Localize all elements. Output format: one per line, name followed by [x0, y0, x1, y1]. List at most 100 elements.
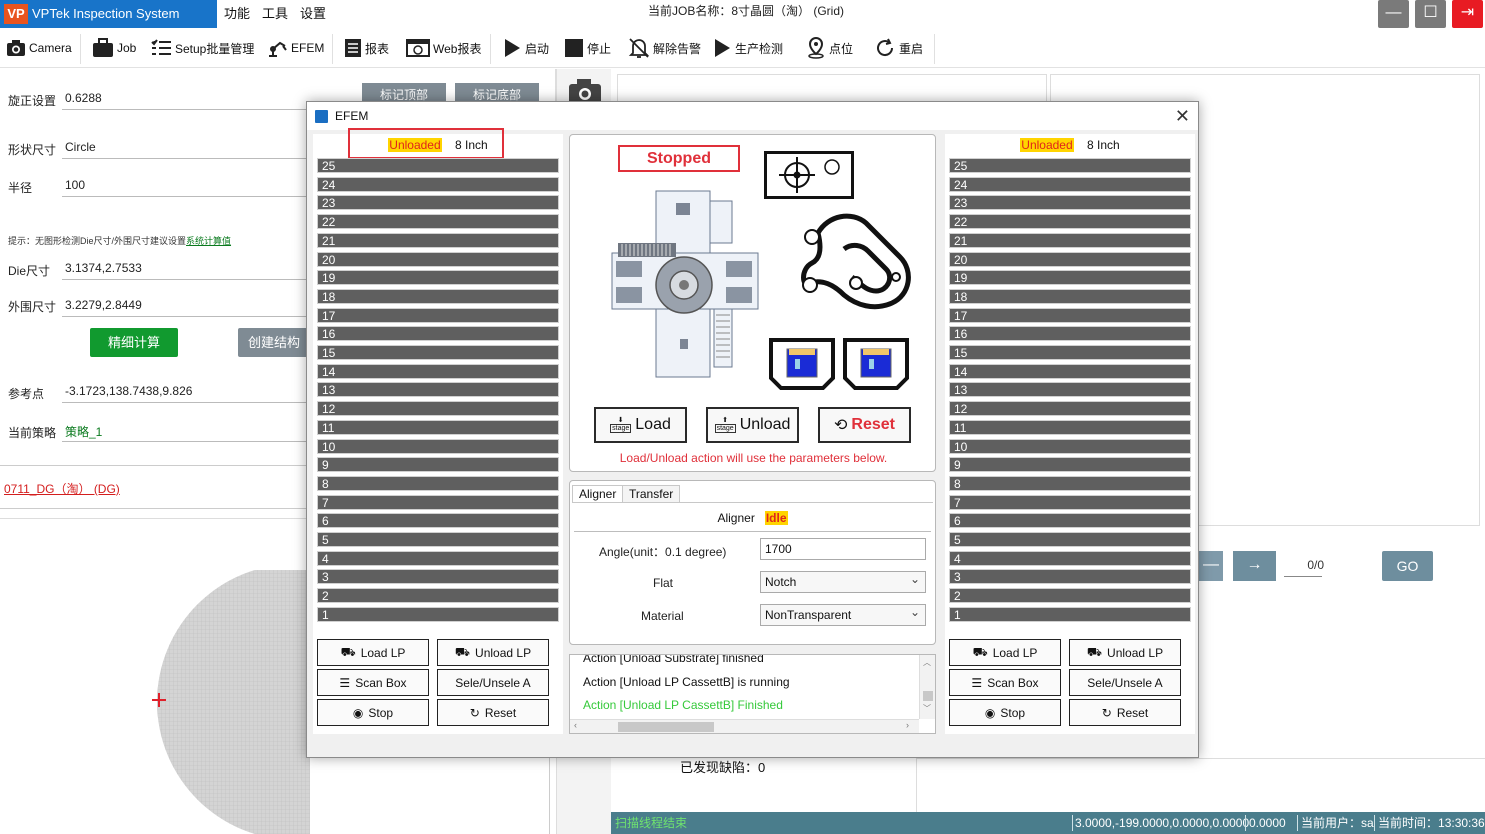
reference-value[interactable]: -3.1723,138.7438,9.826: [65, 384, 192, 398]
die-size-value[interactable]: 3.1374,2.7533: [65, 261, 142, 275]
slot-16[interactable]: 16: [949, 326, 1191, 342]
log-horizontal-scrollbar[interactable]: ‹ ›: [570, 719, 919, 733]
slot-17[interactable]: 17: [949, 307, 1191, 323]
toolbar-report-button[interactable]: 报表: [344, 36, 389, 60]
slot-25[interactable]: 25: [317, 158, 559, 173]
left-scan-box-button[interactable]: ☰ Scan Box: [317, 669, 429, 696]
slot-12[interactable]: 12: [317, 401, 559, 417]
slot-7[interactable]: 7: [949, 494, 1191, 510]
go-button[interactable]: GO: [1382, 551, 1433, 581]
slot-3[interactable]: 3: [317, 569, 559, 585]
slot-15[interactable]: 15: [317, 345, 559, 360]
right-unload-lp-button[interactable]: ⛟ Unload LP: [1069, 639, 1181, 666]
toolbar-production-button[interactable]: 生产检测: [712, 36, 783, 60]
slot-19[interactable]: 19: [949, 270, 1191, 286]
right-scan-box-button[interactable]: ☰ Scan Box: [949, 669, 1061, 696]
menu-function[interactable]: 功能: [224, 0, 250, 28]
slot-4[interactable]: 4: [317, 550, 559, 566]
left-unload-lp-button[interactable]: ⛟ Unload LP: [437, 639, 549, 666]
close-icon[interactable]: ✕: [1175, 106, 1190, 126]
slot-5[interactable]: 5: [949, 532, 1191, 547]
shape-value[interactable]: Circle: [65, 140, 96, 154]
slot-19[interactable]: 19: [317, 270, 559, 286]
slot-12[interactable]: 12: [949, 401, 1191, 417]
rotation-value[interactable]: 0.6288: [65, 91, 102, 105]
slot-22[interactable]: 22: [317, 214, 559, 230]
slot-11[interactable]: 11: [317, 419, 559, 435]
tab-transfer[interactable]: Transfer: [622, 485, 681, 503]
slot-6[interactable]: 6: [949, 513, 1191, 529]
action-log[interactable]: Action [Unload Substrate] finished Actio…: [569, 654, 936, 734]
toolbar-restart-button[interactable]: 重启: [874, 36, 923, 60]
fine-calc-button[interactable]: 精细计算: [90, 328, 178, 357]
next-page-button[interactable]: →: [1233, 551, 1276, 581]
slot-24[interactable]: 24: [317, 176, 559, 192]
angle-input[interactable]: 1700: [760, 538, 926, 560]
maximize-button[interactable]: ☐: [1415, 0, 1446, 28]
create-structure-button[interactable]: 创建结构: [238, 328, 310, 357]
slot-2[interactable]: 2: [949, 588, 1191, 604]
toolbar-efem-button[interactable]: EFEM: [266, 36, 324, 60]
right-select-button[interactable]: Sele/Unsele A: [1069, 669, 1181, 696]
toolbar-stop-button[interactable]: 停止: [564, 36, 611, 60]
slot-1[interactable]: 1: [949, 606, 1191, 622]
right-reset-button[interactable]: ↻ Reset: [1069, 699, 1181, 726]
slot-13[interactable]: 13: [317, 382, 559, 398]
slot-13[interactable]: 13: [949, 382, 1191, 398]
slot-10[interactable]: 10: [317, 438, 559, 454]
slot-8[interactable]: 8: [317, 475, 559, 491]
slot-10[interactable]: 10: [949, 438, 1191, 454]
slot-15[interactable]: 15: [949, 345, 1191, 360]
right-stop-button[interactable]: ◉ Stop: [949, 699, 1061, 726]
slot-9[interactable]: 9: [317, 457, 559, 473]
slot-20[interactable]: 20: [317, 251, 559, 267]
mark-top-button[interactable]: 标记顶部: [362, 83, 446, 101]
slot-24[interactable]: 24: [949, 176, 1191, 192]
exit-button[interactable]: ⇥: [1452, 0, 1483, 28]
toolbar-start-button[interactable]: 启动: [502, 36, 549, 60]
minimize-button[interactable]: —: [1378, 0, 1409, 28]
left-stop-button[interactable]: ◉ Stop: [317, 699, 429, 726]
slot-22[interactable]: 22: [949, 214, 1191, 230]
wafer-map[interactable]: [150, 570, 310, 834]
slot-21[interactable]: 21: [949, 232, 1191, 248]
tab-aligner[interactable]: Aligner: [572, 485, 624, 503]
camera-panel-icon[interactable]: [565, 76, 605, 104]
material-select[interactable]: NonTransparent: [760, 602, 926, 626]
slot-18[interactable]: 18: [317, 288, 559, 304]
radius-value[interactable]: 100: [65, 178, 85, 192]
left-reset-button[interactable]: ↻ Reset: [437, 699, 549, 726]
right-load-lp-button[interactable]: ⛟ Load LP: [949, 639, 1061, 666]
slot-14[interactable]: 14: [949, 363, 1191, 379]
slot-20[interactable]: 20: [949, 251, 1191, 267]
slot-8[interactable]: 8: [949, 475, 1191, 491]
slot-6[interactable]: 6: [317, 513, 559, 529]
menu-tools[interactable]: 工具: [262, 0, 288, 28]
toolbar-point-button[interactable]: 点位: [806, 36, 853, 60]
slot-4[interactable]: 4: [949, 550, 1191, 566]
recipe-link[interactable]: 0711_DG（淘） (DG): [4, 480, 120, 497]
slot-3[interactable]: 3: [949, 569, 1191, 585]
slot-1[interactable]: 1: [317, 606, 559, 622]
slot-21[interactable]: 21: [317, 232, 559, 248]
menu-settings[interactable]: 设置: [300, 0, 326, 28]
slot-7[interactable]: 7: [317, 494, 559, 510]
prev-page-button[interactable]: —: [1199, 551, 1223, 581]
slot-23[interactable]: 23: [317, 195, 559, 211]
slot-11[interactable]: 11: [949, 419, 1191, 435]
slot-16[interactable]: 16: [317, 326, 559, 342]
left-select-button[interactable]: Sele/Unsele A: [437, 669, 549, 696]
slot-25[interactable]: 25: [949, 158, 1191, 173]
slot-9[interactable]: 9: [949, 457, 1191, 473]
toolbar-clear-alarm-button[interactable]: 解除告警: [628, 36, 701, 60]
outer-size-value[interactable]: 3.2279,2.8449: [65, 298, 142, 312]
efem-unload-button[interactable]: ⬆ stage Unload: [706, 407, 799, 443]
slot-14[interactable]: 14: [317, 363, 559, 379]
toolbar-setup-button[interactable]: Setup批量管理: [150, 36, 254, 60]
toolbar-job-button[interactable]: Job: [92, 36, 136, 60]
flat-select[interactable]: Notch: [760, 569, 926, 593]
system-calc-link[interactable]: 系统计算值: [186, 236, 231, 246]
efem-load-button[interactable]: ⬇ stage Load: [594, 407, 687, 443]
toolbar-camera-button[interactable]: Camera: [6, 36, 72, 60]
efem-reset-button[interactable]: ⟲ Reset: [818, 407, 911, 443]
